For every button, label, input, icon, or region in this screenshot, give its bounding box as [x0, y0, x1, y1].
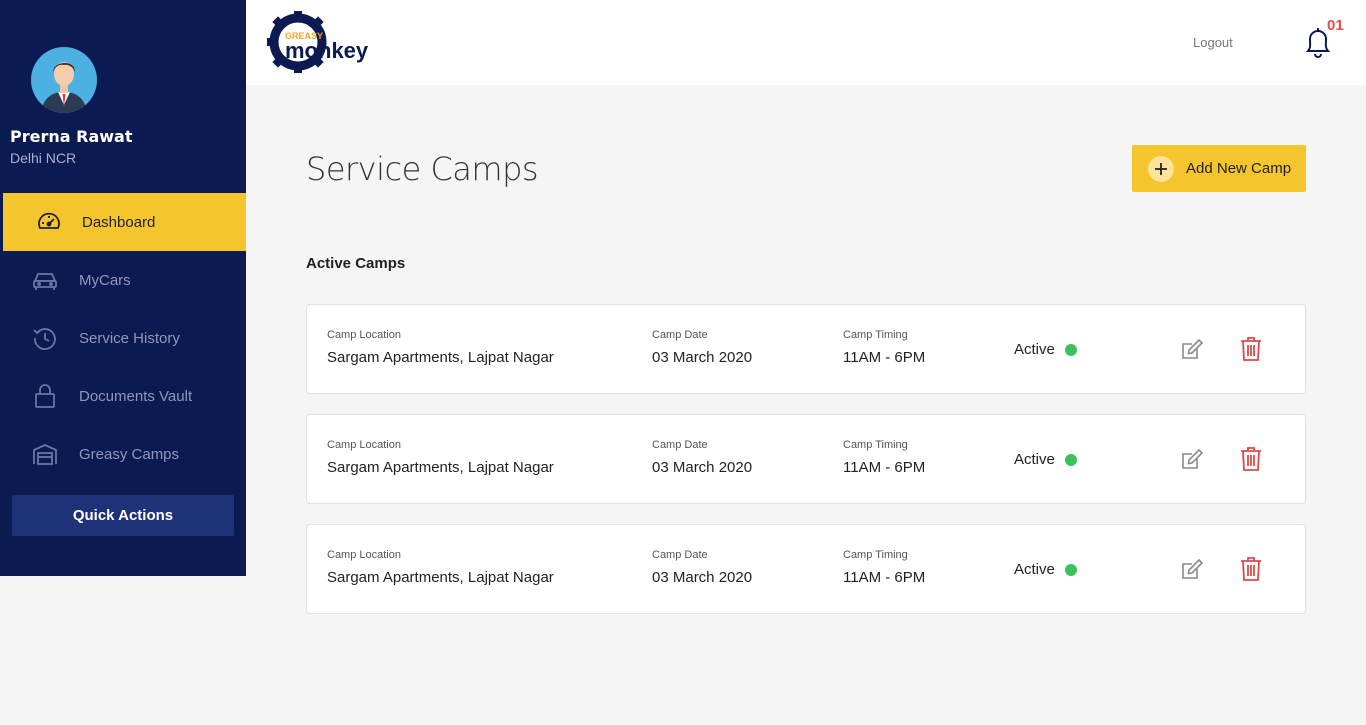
edit-icon[interactable]: [1180, 557, 1204, 581]
camp-location-label: Camp Location: [327, 439, 401, 451]
sidebar-item-label: MyCars: [79, 271, 131, 289]
status-dot-icon: [1064, 453, 1077, 466]
camp-status: Active: [1014, 341, 1077, 358]
notification-count-badge: 01: [1327, 17, 1344, 34]
sidebar-item-label: Documents Vault: [79, 387, 193, 405]
garage-icon: [31, 440, 59, 468]
sidebar-nav: Dashboard MyCars Service History Documen…: [3, 193, 246, 483]
camp-timing-label: Camp Timing: [843, 549, 908, 561]
camp-date-label: Camp Date: [652, 329, 708, 341]
camp-status: Active: [1014, 561, 1077, 578]
car-icon: [31, 266, 59, 294]
camp-status-label: Active: [1014, 451, 1055, 468]
delete-icon[interactable]: [1240, 556, 1262, 582]
logo-bottom-text: monkey: [285, 38, 369, 63]
camp-card: Camp Location Sargam Apartments, Lajpat …: [306, 304, 1306, 394]
user-avatar[interactable]: [31, 47, 97, 113]
plus-icon: [1148, 155, 1174, 182]
sidebar-item-label: Greasy Camps: [79, 445, 180, 463]
add-new-camp-label: Add New Camp: [1186, 160, 1292, 177]
status-dot-icon: [1064, 563, 1077, 576]
user-name: Prerna Rawat: [10, 127, 133, 146]
sidebar: Prerna Rawat Delhi NCR Dashboard MyCars …: [0, 0, 246, 576]
user-location: Delhi NCR: [10, 150, 77, 166]
camp-date-label: Camp Date: [652, 549, 708, 561]
edit-icon[interactable]: [1180, 447, 1204, 471]
camp-timing-value: 11AM - 6PM: [843, 459, 926, 476]
camp-timing-label: Camp Timing: [843, 329, 908, 341]
camp-location-label: Camp Location: [327, 329, 401, 341]
lock-icon: [31, 382, 59, 410]
delete-icon[interactable]: [1240, 446, 1262, 472]
camp-location-value: Sargam Apartments, Lajpat Nagar: [327, 459, 554, 476]
camp-date-value: 03 March 2020: [652, 569, 753, 586]
active-camps-heading: Active Camps: [306, 255, 406, 272]
sidebar-item-label: Service History: [79, 329, 180, 347]
edit-icon[interactable]: [1180, 337, 1204, 361]
camp-card: Camp Location Sargam Apartments, Lajpat …: [306, 524, 1306, 614]
camp-status: Active: [1014, 451, 1077, 468]
camp-timing-value: 11AM - 6PM: [843, 349, 926, 366]
camp-status-label: Active: [1014, 341, 1055, 358]
top-header: GREASY monkey Logout 01: [246, 0, 1366, 85]
camp-location-label: Camp Location: [327, 549, 401, 561]
greasy-monkey-logo[interactable]: GREASY monkey: [265, 9, 370, 75]
logout-link[interactable]: Logout: [1193, 35, 1233, 50]
quick-actions-button[interactable]: Quick Actions: [12, 495, 234, 536]
page-title: Service Camps: [306, 150, 539, 188]
speedometer-icon: [35, 208, 63, 236]
history-icon: [31, 324, 59, 352]
sidebar-item-service-history[interactable]: Service History: [3, 309, 246, 367]
sidebar-item-label: Dashboard: [82, 213, 156, 231]
sidebar-item-mycars[interactable]: MyCars: [3, 251, 246, 309]
delete-icon[interactable]: [1240, 336, 1262, 362]
sidebar-item-dashboard[interactable]: Dashboard: [3, 193, 246, 251]
camp-status-label: Active: [1014, 561, 1055, 578]
camp-timing-label: Camp Timing: [843, 439, 908, 451]
camp-timing-value: 11AM - 6PM: [843, 569, 926, 586]
camp-card: Camp Location Sargam Apartments, Lajpat …: [306, 414, 1306, 504]
camp-date-value: 03 March 2020: [652, 349, 753, 366]
camp-location-value: Sargam Apartments, Lajpat Nagar: [327, 349, 554, 366]
status-dot-icon: [1064, 343, 1077, 356]
sidebar-item-documents-vault[interactable]: Documents Vault: [3, 367, 246, 425]
camp-date-value: 03 March 2020: [652, 459, 753, 476]
camp-date-label: Camp Date: [652, 439, 708, 451]
add-new-camp-button[interactable]: Add New Camp: [1132, 145, 1306, 192]
sidebar-item-greasy-camps[interactable]: Greasy Camps: [3, 425, 246, 483]
camp-location-value: Sargam Apartments, Lajpat Nagar: [327, 569, 554, 586]
